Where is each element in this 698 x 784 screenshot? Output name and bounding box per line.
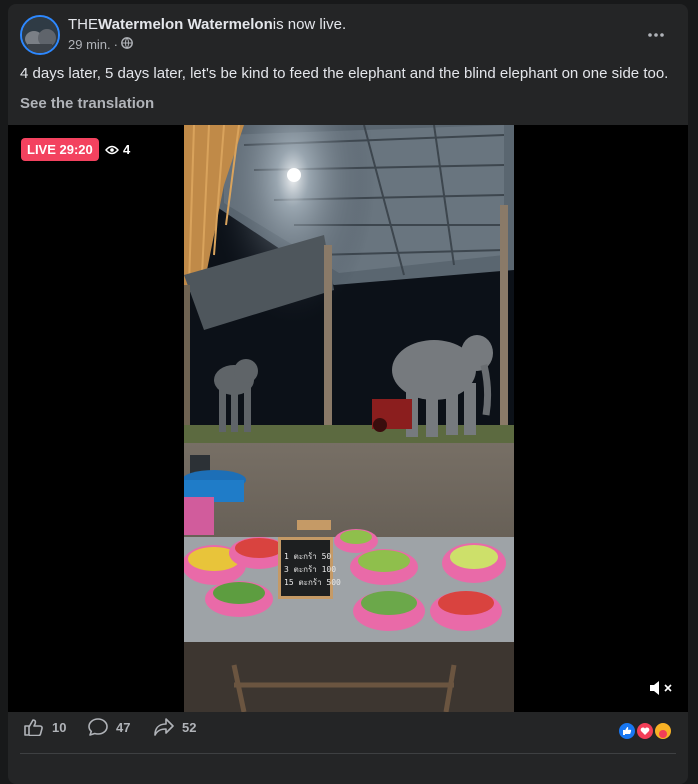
- engagement-bar: 10 47 52: [8, 718, 688, 744]
- like-button[interactable]: 10: [24, 718, 66, 736]
- globe-icon[interactable]: [121, 37, 133, 52]
- post-card: THEWatermelon Watermelonis now live. 29 …: [8, 4, 688, 784]
- more-horizontal-icon: [648, 33, 664, 37]
- page-name-link[interactable]: Watermelon Watermelon: [98, 16, 273, 33]
- love-reaction-icon: [635, 721, 655, 741]
- price-sign-line-3: 15 ตะกร้า 500: [284, 578, 341, 587]
- share-icon: [154, 718, 174, 736]
- post-meta: 29 min. ·: [68, 37, 133, 52]
- viewer-count: 4: [105, 142, 130, 157]
- eye-icon: [105, 145, 119, 154]
- speaker-muted-icon[interactable]: [648, 678, 674, 698]
- live-duration-badge: LIVE 29:20: [21, 138, 99, 161]
- price-sign-line-2: 3 ตะกร้า 100: [284, 565, 336, 574]
- more-options-button[interactable]: [642, 21, 670, 49]
- section-divider: [20, 753, 676, 754]
- care-reaction-icon: [653, 721, 673, 741]
- thumbs-up-icon: [24, 719, 43, 736]
- share-count: 52: [182, 719, 197, 735]
- owner-prefix: THE: [68, 16, 98, 33]
- video-frame: 1 ตะกร้า 50 3 ตะกร้า 100 15 ตะกร้า 500: [184, 125, 514, 712]
- like-count: 10: [52, 719, 67, 735]
- share-button[interactable]: 52: [154, 718, 196, 736]
- like-reaction-icon: [617, 721, 637, 741]
- post-message: 4 days later, 5 days later, let's be kin…: [20, 65, 669, 82]
- live-video-player[interactable]: 1 ตะกร้า 50 3 ตะกร้า 100 15 ตะกร้า 500 L…: [8, 125, 688, 712]
- reaction-summary[interactable]: [617, 721, 673, 741]
- price-sign-line-1: 1 ตะกร้า 50: [284, 552, 331, 561]
- comment-count: 47: [116, 719, 131, 735]
- post-header: THEWatermelon Watermelonis now live. 29 …: [20, 15, 676, 57]
- comment-button[interactable]: 47: [88, 718, 130, 736]
- viewer-count-value: 4: [123, 142, 131, 157]
- meta-separator: ·: [113, 37, 118, 52]
- live-status-text: is now live.: [272, 16, 347, 33]
- post-title-line: THEWatermelon Watermelonis now live.: [68, 16, 346, 33]
- post-timestamp[interactable]: 29 min.: [68, 37, 111, 52]
- see-translation-link[interactable]: See the translation: [20, 95, 154, 112]
- comment-icon: [88, 718, 108, 736]
- profile-avatar[interactable]: [20, 15, 60, 55]
